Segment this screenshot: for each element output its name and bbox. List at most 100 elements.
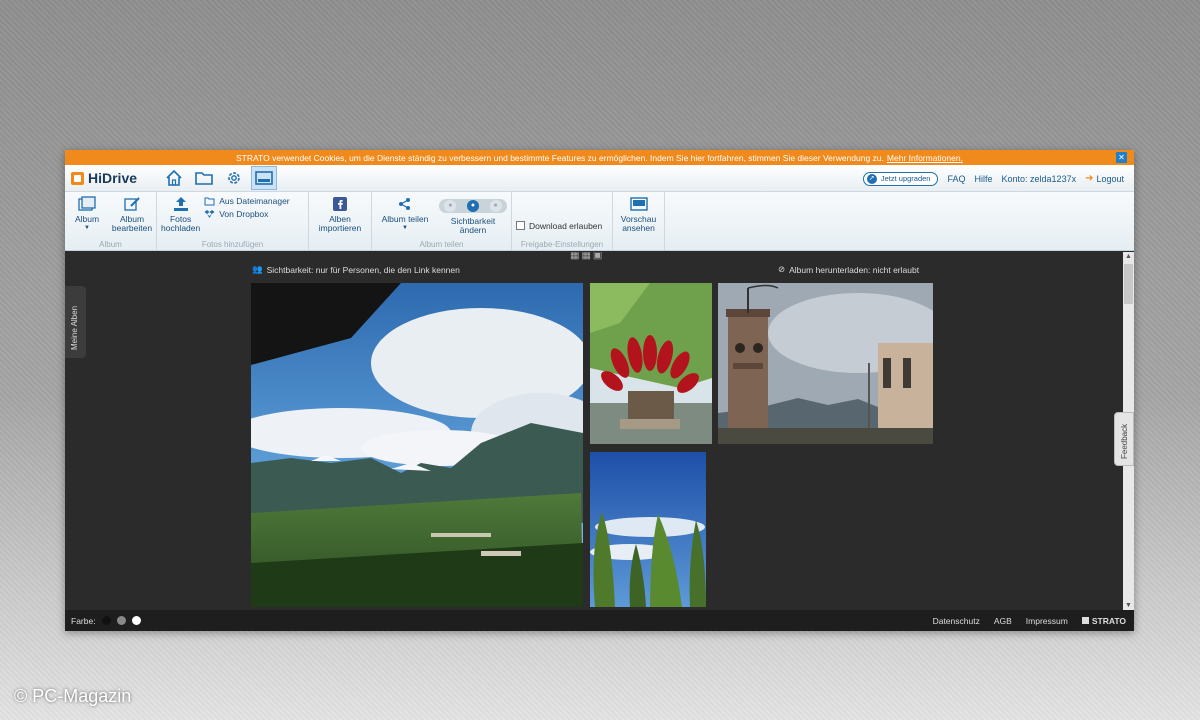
- group-label-release: Freigabe-Einstellungen: [520, 240, 604, 249]
- strato-logo: STRATO: [1081, 615, 1126, 626]
- visibility-toggle[interactable]: ● ● ●: [439, 199, 507, 213]
- preview-button[interactable]: Vorschau ansehen: [621, 195, 657, 250]
- tile-view-icon[interactable]: ▦: [581, 252, 590, 261]
- watermark: © PC-Magazin: [14, 686, 132, 706]
- photo-clock-tower-image: [718, 283, 933, 444]
- scroll-thumb[interactable]: [1124, 264, 1133, 304]
- strato-mark-icon: [1081, 617, 1089, 624]
- from-dropbox-label: Von Dropbox: [219, 209, 269, 219]
- logout-link[interactable]: ➜ Logout: [1085, 173, 1124, 184]
- slideshow-icon[interactable]: ▣: [593, 252, 602, 261]
- my-albums-label: Meine Alben: [70, 305, 79, 350]
- cookie-text: STRATO verwendet Cookies, um die Dienste…: [236, 152, 884, 163]
- ribbon-group-upload: Fotos hochladen Aus Dateimanager Von Dro…: [157, 192, 309, 250]
- home-icon[interactable]: [161, 166, 187, 190]
- upload-icon: [172, 195, 190, 213]
- upgrade-label: Jetzt upgraden: [880, 174, 931, 183]
- scroll-down-icon[interactable]: ▼: [1125, 602, 1132, 609]
- faq-link[interactable]: FAQ: [947, 174, 965, 184]
- account-area: ➚ Jetzt upgraden FAQ Hilfe Konto: zelda1…: [862, 165, 1124, 192]
- download-allow-label: Download erlauben: [529, 220, 603, 231]
- scroll-up-icon[interactable]: ▲: [1125, 253, 1132, 260]
- cookie-more-info-link[interactable]: Mehr Informationen.: [887, 153, 963, 163]
- account-label[interactable]: Konto: zelda1237x: [1002, 174, 1077, 184]
- feedback-tab[interactable]: Feedback: [1114, 412, 1134, 466]
- feedback-label: Feedback: [1120, 423, 1129, 459]
- folder-small-icon: [204, 197, 215, 205]
- people-icon: ●: [466, 200, 479, 212]
- from-file-manager-label: Aus Dateimanager: [219, 196, 290, 206]
- from-file-manager-button[interactable]: Aus Dateimanager: [204, 196, 290, 206]
- footer: Farbe: Datenschutz AGB Impressum STRATO: [65, 610, 1134, 631]
- group-label-album: Album: [99, 240, 122, 249]
- nav-icons: [161, 166, 277, 190]
- agb-link[interactable]: AGB: [994, 616, 1012, 626]
- ribbon-group-release: Download erlauben Freigabe-Einstellungen: [512, 192, 613, 250]
- share-btn-label: Album teilen: [381, 214, 429, 224]
- ribbon-toolbar: Album ▼ Album bearbeiten Album Fotos hoc…: [65, 192, 1134, 251]
- logout-arrow-icon: ➜: [1085, 173, 1094, 184]
- cookie-close-icon[interactable]: ✕: [1116, 152, 1127, 163]
- swatch-gray[interactable]: [116, 616, 126, 625]
- grid-view-icon[interactable]: ▦: [570, 252, 579, 261]
- browser-window: STRATO verwendet Cookies, um die Dienste…: [65, 150, 1134, 631]
- album-icon: [78, 195, 96, 213]
- from-dropbox-button[interactable]: Von Dropbox: [204, 209, 289, 219]
- preview-icon: [629, 195, 648, 213]
- strato-text: STRATO: [1091, 615, 1126, 626]
- group-label-upload: Fotos hinzufügen: [201, 240, 264, 249]
- photo-poplar-trees-image: [590, 452, 706, 607]
- ribbon-group-share: Album teilen ▼ ● ● ● Sichtbarkeit ändern…: [372, 192, 512, 250]
- help-link[interactable]: Hilfe: [975, 174, 993, 184]
- footer-links: Datenschutz AGB Impressum STRATO: [933, 616, 1126, 626]
- logout-label: Logout: [1096, 173, 1124, 184]
- visibility-info-text: Sichtbarkeit: nur für Personen, die den …: [266, 264, 460, 275]
- cookie-banner: STRATO verwendet Cookies, um die Dienste…: [65, 150, 1134, 165]
- ribbon-group-album: Album ▼ Album bearbeiten Album: [65, 192, 157, 250]
- my-albums-tab[interactable]: Meine Alben: [65, 286, 86, 358]
- photo-poplar-trees[interactable]: [590, 452, 706, 607]
- color-picker: Farbe:: [71, 616, 141, 626]
- import-btn-line2: importieren: [318, 223, 362, 233]
- logo-text: HiDrive: [88, 170, 138, 186]
- photo-clock-tower[interactable]: [718, 283, 933, 444]
- privacy-link[interactable]: Datenschutz: [933, 616, 980, 626]
- people-icon: 👥: [252, 264, 263, 274]
- edit-icon: [123, 195, 141, 213]
- upgrade-button[interactable]: ➚ Jetzt upgraden: [862, 171, 939, 186]
- download-info: ⊘ Album herunterladen: nicht erlaubt: [778, 264, 919, 275]
- edit-btn-line2: bearbeiten: [111, 223, 153, 233]
- prohibited-icon: ⊘: [778, 264, 786, 274]
- import-albums-button[interactable]: Alben importieren: [318, 195, 362, 250]
- photo-mountain-valley[interactable]: [251, 283, 583, 607]
- download-info-text: Album herunterladen: nicht erlaubt: [789, 264, 920, 275]
- download-allow-checkbox[interactable]: [516, 221, 525, 230]
- swatch-white[interactable]: [131, 616, 141, 625]
- imprint-link[interactable]: Impressum: [1026, 616, 1068, 626]
- visibility-btn-line2: ändern: [459, 225, 487, 235]
- swatch-black[interactable]: [101, 616, 111, 625]
- hidrive-logo[interactable]: HiDrive: [71, 170, 161, 186]
- photo-red-plant[interactable]: [590, 283, 712, 444]
- dropbox-icon: [204, 210, 215, 218]
- facebook-icon: [333, 195, 347, 213]
- logo-mark-icon: [71, 171, 84, 185]
- group-label-share: Album teilen: [419, 240, 464, 249]
- view-mode-switcher: ▦ ▦ ▣: [570, 252, 602, 261]
- upload-btn-line2: hochladen: [161, 223, 201, 233]
- ribbon-group-preview: Vorschau ansehen: [613, 192, 665, 250]
- visibility-info: 👥 Sichtbarkeit: nur für Personen, die de…: [252, 264, 460, 275]
- chevron-down-icon: ▼: [402, 225, 408, 231]
- folder-icon[interactable]: [191, 166, 217, 190]
- chevron-down-icon: ▼: [84, 225, 90, 231]
- color-label: Farbe:: [71, 615, 96, 626]
- gear-icon[interactable]: [221, 166, 247, 190]
- photo-mountain-valley-image: [251, 283, 583, 607]
- lock-icon: ●: [444, 200, 457, 212]
- photo-red-plant-image: [590, 283, 712, 444]
- ribbon-group-import: Alben importieren: [309, 192, 372, 250]
- globe-icon: ●: [489, 200, 502, 212]
- preview-btn-line2: ansehen: [622, 223, 655, 233]
- album-btn-label: Album: [74, 214, 100, 224]
- photo-album-icon[interactable]: [251, 166, 277, 190]
